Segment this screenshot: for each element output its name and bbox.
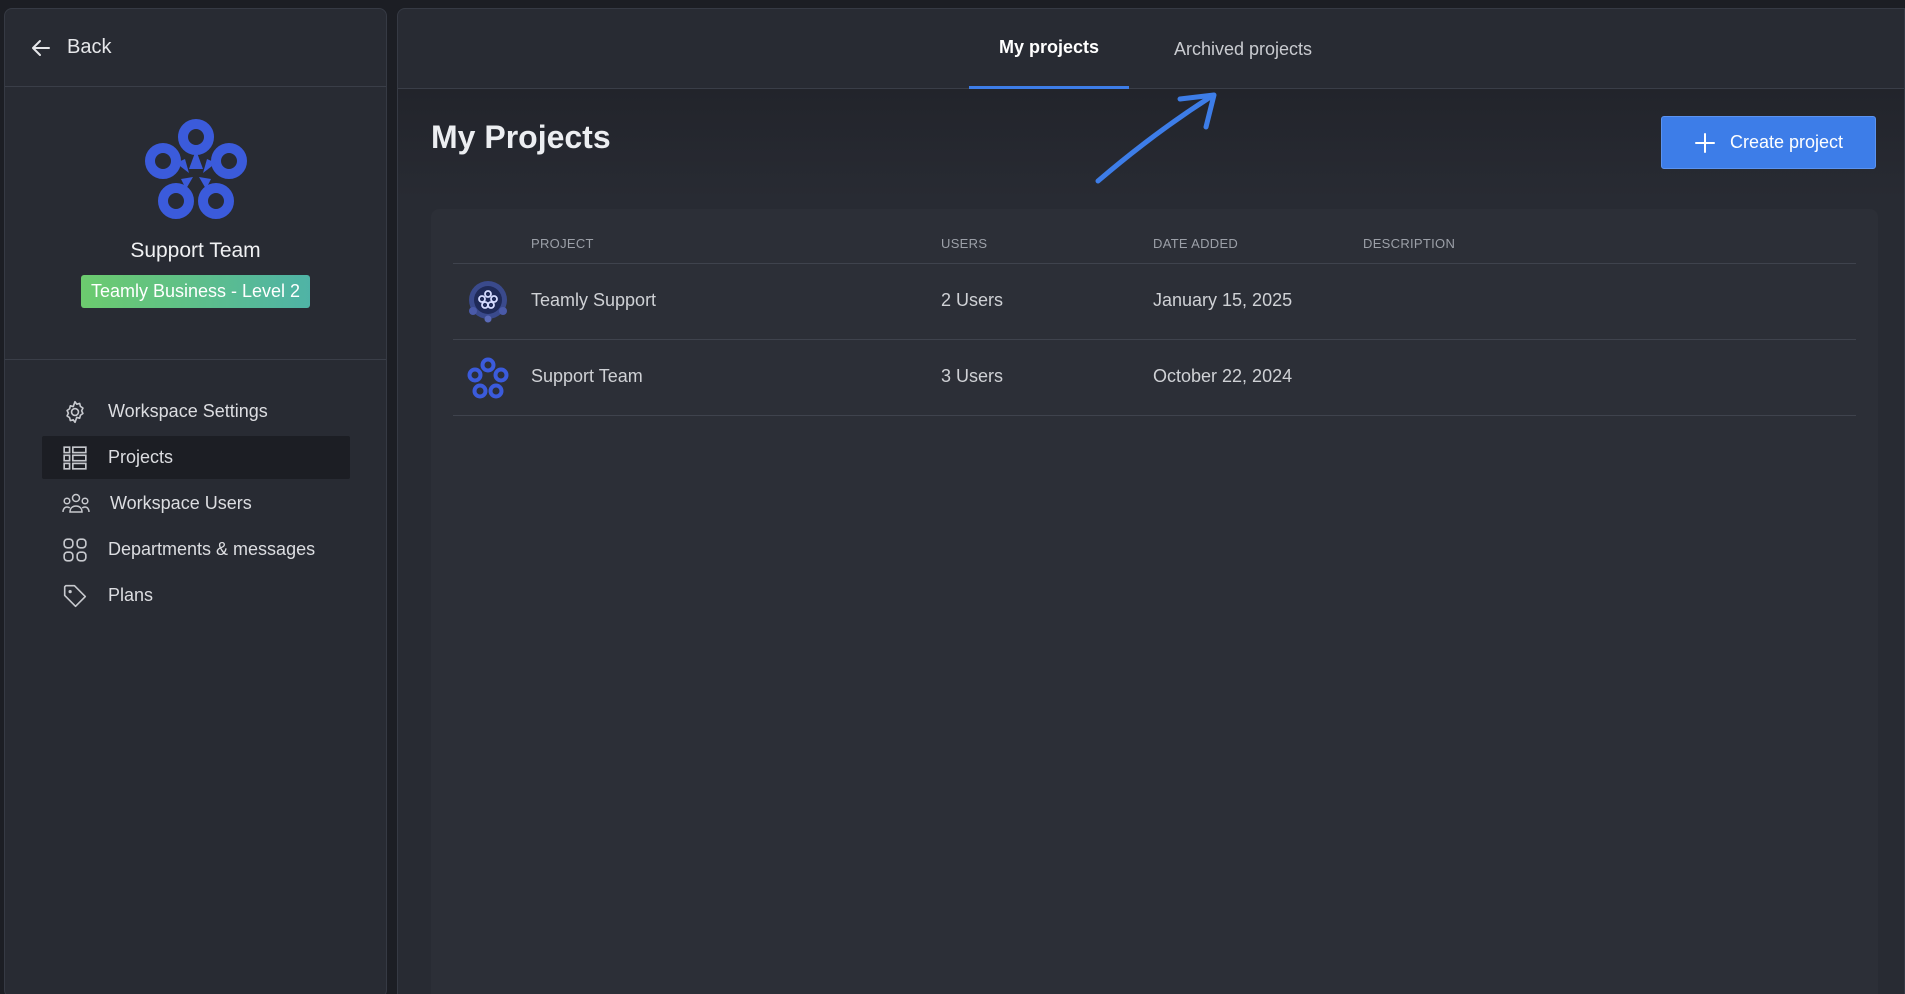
tab-my-projects[interactable]: My projects <box>969 9 1129 89</box>
workspace-logo <box>144 119 247 219</box>
project-name: Support Team <box>531 366 643 386</box>
column-header-project: PROJECT <box>531 236 594 251</box>
gear-icon <box>66 400 84 423</box>
column-header-description: DESCRIPTION <box>1363 236 1456 251</box>
tab-bar: My projects Archived projects <box>398 9 1904 89</box>
project-date: October 22, 2024 <box>1153 366 1293 386</box>
table-row[interactable]: Teamly Support 2 Users January 15, 2025 <box>453 264 1856 340</box>
workspace-name: Support Team <box>130 239 261 262</box>
projects-table: PROJECT USERS DATE ADDED DESCRIPTION Tea… <box>431 209 1878 994</box>
sidebar-item-departments[interactable]: Departments & messages <box>42 528 350 571</box>
create-project-label: Create project <box>1729 132 1844 152</box>
sidebar-item-label: Workspace Users <box>110 493 252 513</box>
column-header-users: USERS <box>941 236 988 251</box>
main-panel: My projects Archived projects My Project… <box>397 8 1905 994</box>
project-users: 3 Users <box>941 366 1004 386</box>
users-icon <box>62 493 90 513</box>
plus-icon <box>1694 132 1715 153</box>
back-label: Back <box>67 36 112 58</box>
tab-archived-projects[interactable]: Archived projects <box>1148 9 1338 89</box>
sidebar-item-label: Projects <box>108 447 174 467</box>
create-project-button[interactable]: Create project <box>1661 116 1876 169</box>
projects-list-icon <box>63 445 87 470</box>
sidebar-item-projects[interactable]: Projects <box>42 436 350 479</box>
project-users: 2 Users <box>941 290 1004 310</box>
sidebar-item-label: Workspace Settings <box>108 401 268 421</box>
column-header-date-added: DATE ADDED <box>1153 236 1239 251</box>
sidebar-item-label: Departments & messages <box>108 539 316 559</box>
page-header: My Projects Create project <box>398 89 1904 199</box>
back-button[interactable]: Back <box>5 9 386 87</box>
project-name: Teamly Support <box>531 290 657 310</box>
project-date: January 15, 2025 <box>1153 290 1293 310</box>
sidebar-item-label: Plans <box>108 585 154 605</box>
sidebar-item-plans[interactable]: Plans <box>42 574 350 617</box>
plan-badge: Teamly Business - Level 2 <box>80 275 311 308</box>
sidebar-nav: Workspace Settings Projects Workspace Us… <box>5 360 386 617</box>
workspace-header: Support Team Teamly Business - Level 2 <box>5 87 386 360</box>
grid-icon <box>63 537 87 562</box>
sidebar-item-workspace-users[interactable]: Workspace Users <box>42 482 350 525</box>
tag-icon <box>63 584 87 607</box>
sidebar-item-workspace-settings[interactable]: Workspace Settings <box>42 390 350 433</box>
teamly-support-avatar <box>469 281 507 323</box>
page-title: My Projects <box>431 119 611 155</box>
table-header: PROJECT USERS DATE ADDED DESCRIPTION <box>453 209 1856 264</box>
annotation-arrow-icon <box>1095 92 1217 184</box>
app-root: Back Support Team Teamly Business - Leve… <box>0 0 1905 994</box>
arrow-left-icon <box>32 39 50 56</box>
support-team-logo <box>467 357 509 399</box>
sidebar: Back Support Team Teamly Business - Leve… <box>4 8 387 994</box>
table-row[interactable]: Support Team 3 Users October 22, 2024 <box>453 340 1856 416</box>
